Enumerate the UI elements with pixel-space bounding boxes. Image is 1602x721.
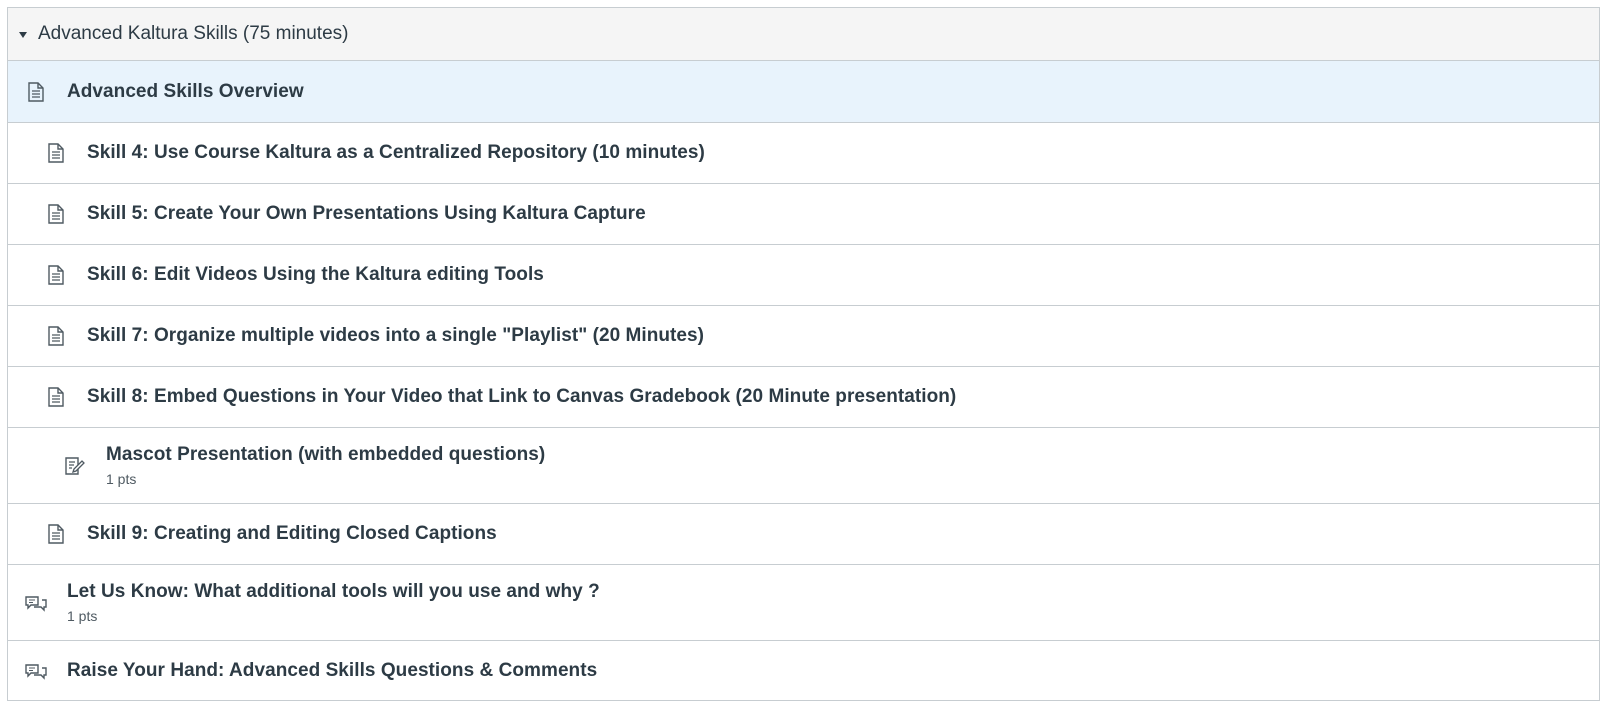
discussion-icon — [25, 660, 47, 682]
item-title[interactable]: Skill 6: Edit Videos Using the Kaltura e… — [87, 264, 544, 286]
module-item-let-us-know[interactable]: Let Us Know: What additional tools will … — [8, 565, 1599, 641]
item-title[interactable]: Mascot Presentation (with embedded quest… — [106, 444, 545, 466]
page-icon — [45, 264, 67, 286]
assignment-icon — [64, 455, 86, 477]
item-title[interactable]: Skill 9: Creating and Editing Closed Cap… — [87, 523, 497, 545]
item-title[interactable]: Raise Your Hand: Advanced Skills Questio… — [67, 660, 597, 682]
page-icon — [45, 325, 67, 347]
page-icon — [25, 81, 47, 103]
module-item-raise-your-hand[interactable]: Raise Your Hand: Advanced Skills Questio… — [8, 641, 1599, 700]
module-item-skill-5[interactable]: Skill 5: Create Your Own Presentations U… — [8, 184, 1599, 245]
item-title[interactable]: Advanced Skills Overview — [67, 81, 304, 103]
module-header[interactable]: Advanced Kaltura Skills (75 minutes) — [8, 8, 1599, 61]
module-item-mascot-presentation[interactable]: Mascot Presentation (with embedded quest… — [8, 428, 1599, 504]
page-icon — [45, 203, 67, 225]
item-title[interactable]: Skill 7: Organize multiple videos into a… — [87, 325, 704, 347]
page-icon — [45, 142, 67, 164]
item-points: 1 pts — [67, 608, 98, 624]
page-icon — [45, 386, 67, 408]
item-title[interactable]: Let Us Know: What additional tools will … — [67, 581, 600, 603]
module-item-skill-6[interactable]: Skill 6: Edit Videos Using the Kaltura e… — [8, 245, 1599, 306]
item-points: 1 pts — [106, 471, 137, 487]
module-item-skill-4[interactable]: Skill 4: Use Course Kaltura as a Central… — [8, 123, 1599, 184]
item-title[interactable]: Skill 5: Create Your Own Presentations U… — [87, 203, 646, 225]
discussion-icon — [25, 592, 47, 614]
item-title[interactable]: Skill 4: Use Course Kaltura as a Central… — [87, 142, 705, 164]
collapse-caret-icon[interactable] — [19, 31, 27, 38]
item-title[interactable]: Skill 8: Embed Questions in Your Video t… — [87, 386, 956, 408]
module-item-advanced-skills-overview[interactable]: Advanced Skills Overview — [8, 61, 1599, 123]
module-item-skill-8[interactable]: Skill 8: Embed Questions in Your Video t… — [8, 367, 1599, 428]
module-item-skill-9[interactable]: Skill 9: Creating and Editing Closed Cap… — [8, 504, 1599, 565]
module-item-skill-7[interactable]: Skill 7: Organize multiple videos into a… — [8, 306, 1599, 367]
module-title: Advanced Kaltura Skills (75 minutes) — [38, 23, 349, 44]
page-icon — [45, 523, 67, 545]
module-container: Advanced Kaltura Skills (75 minutes) Adv… — [7, 7, 1600, 701]
